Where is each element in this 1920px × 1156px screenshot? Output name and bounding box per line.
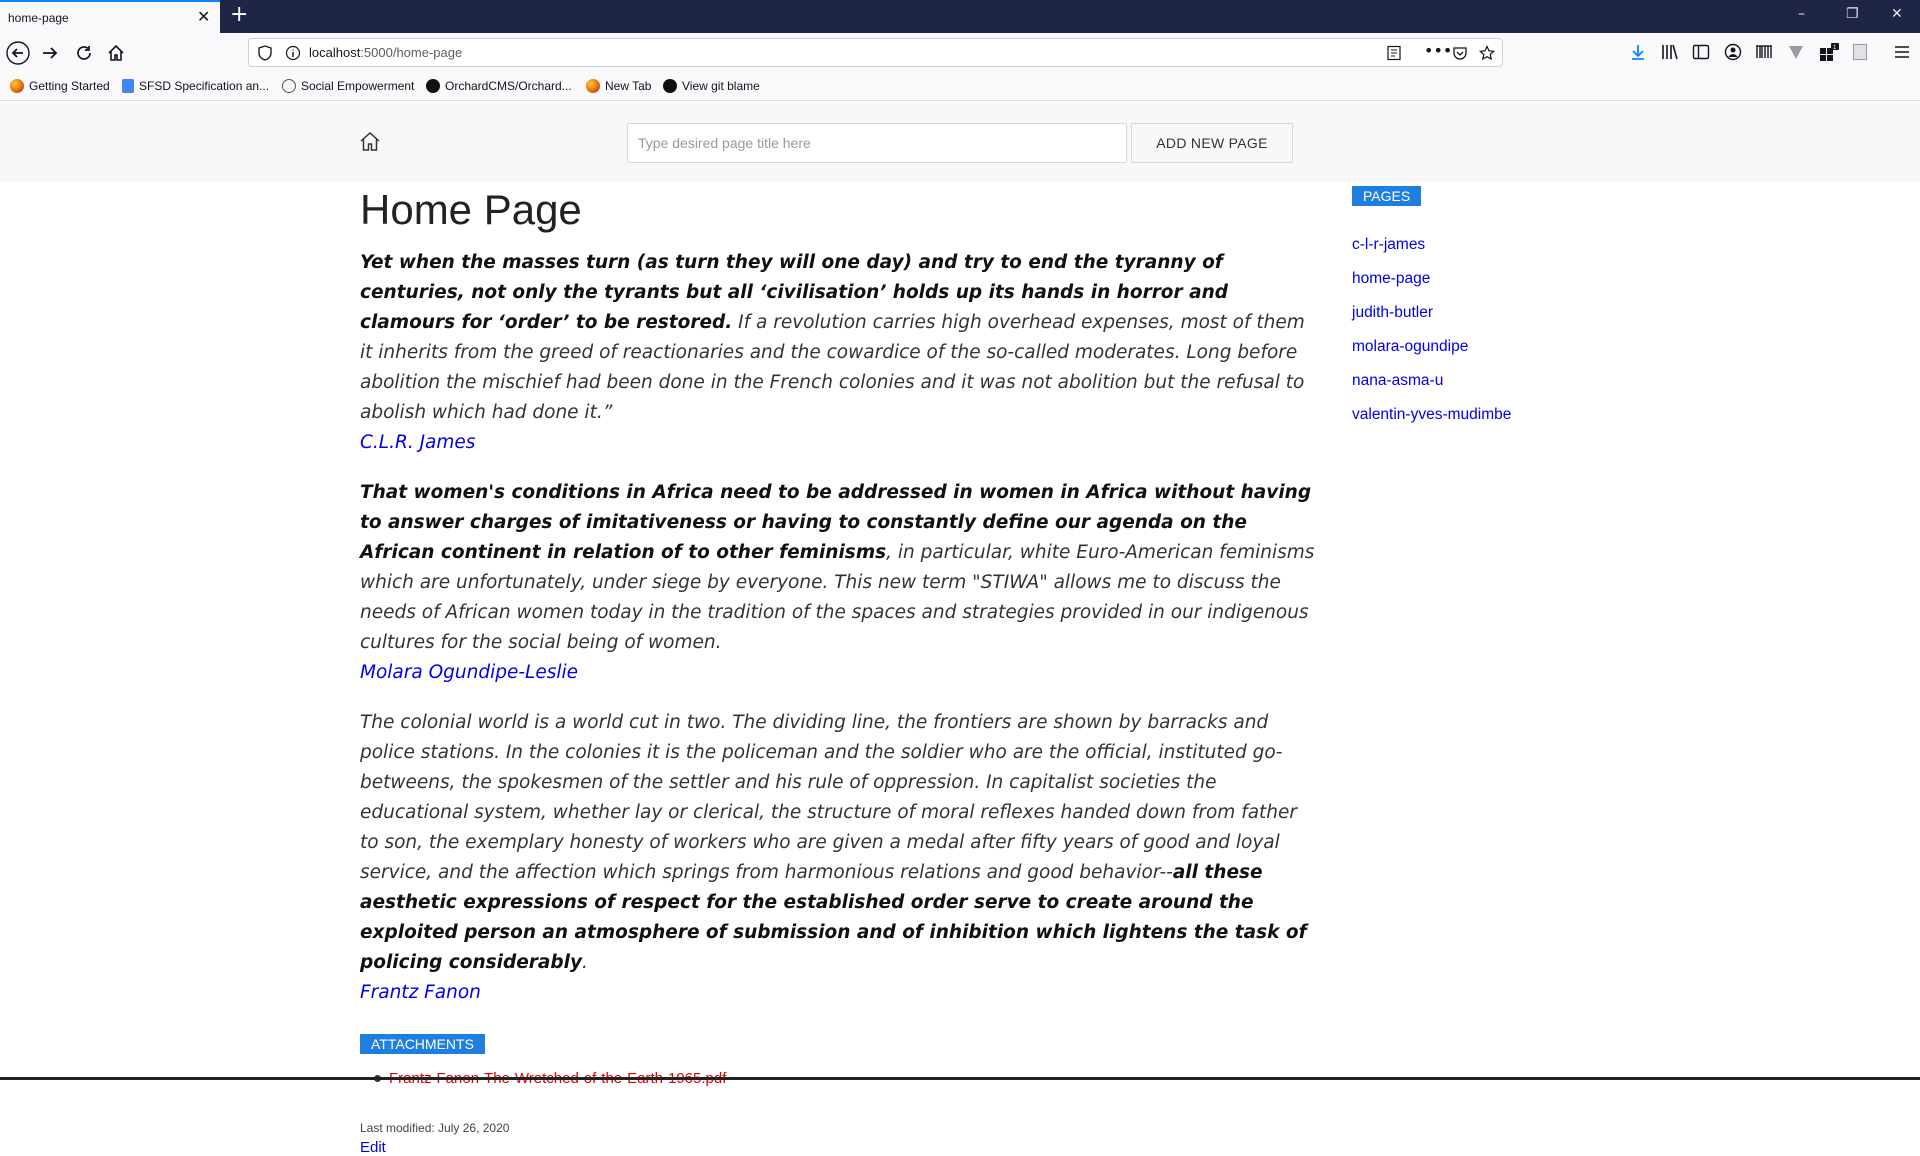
- firefox-icon: [10, 79, 24, 93]
- browser-navbar: localhost:5000/home-page ••• 1: [0, 33, 1920, 73]
- page-link-molara-ogundipe[interactable]: molara-ogundipe: [1352, 338, 1468, 355]
- menu-icon[interactable]: [1893, 43, 1911, 61]
- url-host: localhost: [309, 45, 361, 60]
- bookmark-new-tab[interactable]: New Tab: [586, 79, 651, 93]
- home-link-icon[interactable]: [358, 130, 382, 154]
- page-title-input[interactable]: [627, 123, 1127, 163]
- reader-view-icon[interactable]: [1386, 45, 1402, 61]
- page-link-c-l-r-james[interactable]: c-l-r-james: [1352, 236, 1425, 253]
- pages-list: c-l-r-james home-page judith-butler mola…: [1352, 228, 1652, 432]
- list-item: judith-butler: [1352, 296, 1652, 330]
- page-header: ADD NEW PAGE: [0, 102, 1920, 182]
- list-item: c-l-r-james: [1352, 228, 1652, 262]
- browser-titlebar: home-page ✕ + – ❐ ✕: [0, 0, 1920, 33]
- minimize-icon[interactable]: –: [1798, 6, 1805, 22]
- page-link-valentin-yves-mudimbe[interactable]: valentin-yves-mudimbe: [1352, 406, 1511, 423]
- url-bar[interactable]: localhost:5000/home-page •••: [248, 38, 1503, 67]
- author-link-frantz-fanon[interactable]: Frantz Fanon: [360, 978, 1320, 1008]
- author-link-molara-ogundipe-leslie[interactable]: Molara Ogundipe-Leslie: [360, 658, 1320, 688]
- back-button[interactable]: [6, 41, 30, 65]
- bookmark-sfsd-spec[interactable]: SFSD Specification an...: [122, 79, 269, 93]
- page-link-judith-butler[interactable]: judith-butler: [1352, 304, 1433, 321]
- reader-page-icon[interactable]: [1852, 43, 1868, 61]
- bookmarks-bar: Getting Started SFSD Specification an...…: [0, 73, 1920, 101]
- reload-icon: [77, 46, 91, 60]
- bookmark-social-empowerment[interactable]: Social Empowerment: [282, 79, 414, 93]
- download-icon[interactable]: [1629, 43, 1647, 61]
- bookmark-label: SFSD Specification an...: [139, 79, 270, 93]
- extensions-badge-icon[interactable]: 1: [1819, 43, 1839, 61]
- pages-sidebar: PAGES c-l-r-james home-page judith-butle…: [1352, 186, 1652, 432]
- list-item: nana-asma-u: [1352, 364, 1652, 398]
- new-tab-icon[interactable]: +: [230, 4, 248, 26]
- bookmark-label: Getting Started: [29, 79, 110, 93]
- library-icon[interactable]: [1661, 43, 1679, 61]
- extension-v-icon[interactable]: [1787, 43, 1805, 61]
- main-content: Home Page Yet when the masses turn (as t…: [360, 184, 1320, 1156]
- attachments-badge: ATTACHMENTS: [360, 1034, 485, 1054]
- pages-badge: PAGES: [1352, 186, 1422, 206]
- url-path: :5000/home-page: [360, 45, 463, 60]
- reload-button[interactable]: [72, 41, 96, 65]
- quote-end: .: [582, 952, 588, 973]
- add-new-page-button[interactable]: ADD NEW PAGE: [1131, 123, 1293, 163]
- last-modified: Last modified: July 26, 2020: [360, 1121, 510, 1135]
- list-item: home-page: [1352, 262, 1652, 296]
- page-actions-icon[interactable]: •••: [1424, 41, 1452, 60]
- docs-icon: [122, 79, 134, 93]
- url-text[interactable]: localhost:5000/home-page: [309, 45, 462, 60]
- author-link-clr-james[interactable]: C.L.R. James: [360, 428, 1320, 458]
- extension-barcode-icon[interactable]: [1755, 43, 1773, 61]
- web-page: ADD NEW PAGE Home Page Yet when the mass…: [0, 102, 1920, 1156]
- tab-title: home-page: [8, 11, 69, 25]
- bookmark-getting-started[interactable]: Getting Started: [10, 79, 110, 93]
- account-icon[interactable]: [1724, 43, 1742, 61]
- back-arrow-icon: [6, 41, 30, 65]
- window-close-icon[interactable]: ✕: [1891, 6, 1903, 22]
- forward-button[interactable]: [38, 41, 62, 65]
- home-button[interactable]: [104, 41, 128, 65]
- page-link-home-page[interactable]: home-page: [1352, 270, 1430, 287]
- quote-fanon: The colonial world is a world cut in two…: [360, 708, 1320, 978]
- bookmark-view-git-blame[interactable]: View git blame: [663, 79, 760, 93]
- bookmark-label: New Tab: [605, 79, 652, 93]
- shield-icon[interactable]: [257, 45, 273, 61]
- github-icon: [663, 79, 677, 93]
- quote-clr-james: Yet when the masses turn (as turn they w…: [360, 248, 1320, 428]
- bookmark-label: OrchardCMS/Orchard...: [445, 79, 572, 93]
- bookmark-star-icon[interactable]: [1479, 45, 1495, 61]
- pocket-icon[interactable]: [1452, 45, 1468, 61]
- firefox-icon: [586, 79, 600, 93]
- globe-icon: [282, 79, 296, 93]
- edit-link[interactable]: Edit: [360, 1139, 1320, 1156]
- bookmark-label: Social Empowerment: [301, 79, 415, 93]
- github-icon: [426, 79, 440, 93]
- page-title: Home Page: [360, 186, 582, 233]
- info-icon[interactable]: [285, 45, 301, 61]
- page-link-nana-asma-u[interactable]: nana-asma-u: [1352, 372, 1443, 389]
- bookmark-label: View git blame: [682, 79, 760, 93]
- tab-close-icon[interactable]: ✕: [197, 9, 210, 25]
- home-icon: [108, 44, 124, 61]
- forward-arrow-icon: [43, 47, 58, 59]
- quote-ogundipe-leslie: That women's conditions in Africa need t…: [360, 478, 1320, 658]
- restore-icon[interactable]: ❐: [1846, 6, 1859, 22]
- bookmark-orchardcms[interactable]: OrchardCMS/Orchard...: [426, 79, 572, 93]
- list-item: valentin-yves-mudimbe: [1352, 398, 1652, 432]
- browser-tab-active[interactable]: home-page ✕: [0, 0, 220, 33]
- list-item: molara-ogundipe: [1352, 330, 1652, 364]
- quote-text: The colonial world is a world cut in two…: [360, 712, 1297, 883]
- sidebar-toggle-icon[interactable]: [1692, 43, 1710, 61]
